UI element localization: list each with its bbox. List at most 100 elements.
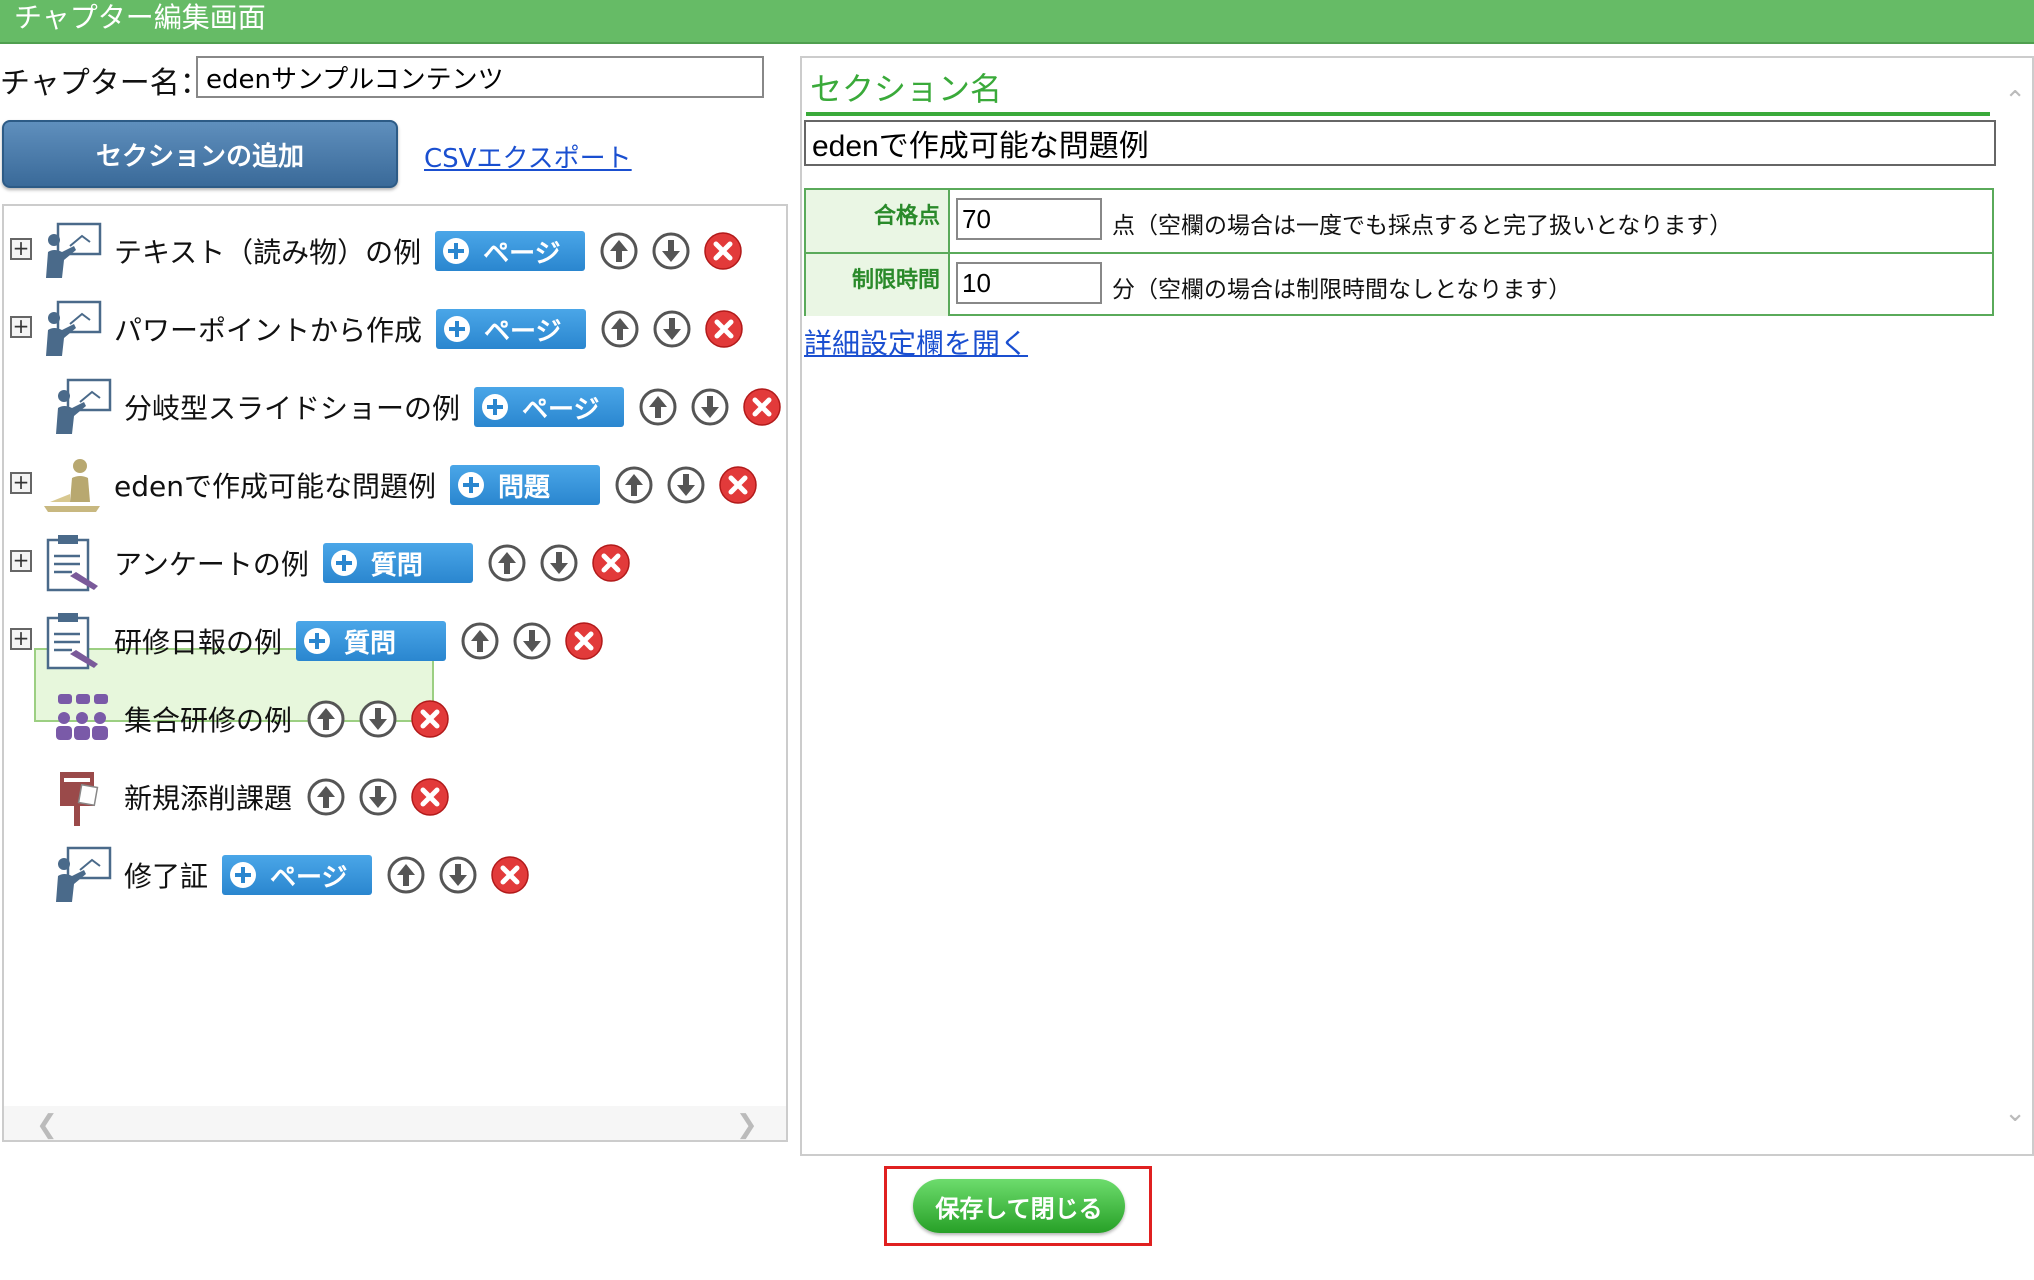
delete-icon[interactable] [703, 231, 743, 271]
tree-item-label: 新規添削課題 [124, 782, 293, 815]
move-down-icon[interactable] [651, 231, 691, 271]
scroll-up-icon[interactable]: ⌃ [2004, 86, 2026, 116]
tree-item-branch-slideshow[interactable]: 分岐型スライドショーの例 ページ [50, 374, 794, 440]
open-detail-settings-link[interactable]: 詳細設定欄を開く [804, 322, 1028, 362]
time-limit-label: 制限時間 [806, 254, 950, 316]
move-down-icon[interactable] [666, 465, 706, 505]
save-highlight-frame: 保存して閉じる [884, 1166, 1152, 1246]
move-down-icon[interactable] [539, 543, 579, 583]
add-page-button[interactable]: ページ [436, 309, 587, 349]
expand-toggle[interactable]: + [10, 316, 32, 338]
tree-item-label: 集合研修の例 [124, 704, 293, 737]
tree-item-daily-report[interactable]: 研修日報の例 質問 [40, 608, 616, 674]
delete-icon[interactable] [704, 309, 744, 349]
section-name-heading: セクション名 [810, 70, 1003, 108]
delete-icon[interactable] [742, 387, 782, 427]
tree-item-question-examples[interactable]: edenで作成可能な問題例 問題 [40, 452, 770, 518]
score-settings-table: 合格点 点（空欄の場合は一度でも採点すると完了扱いとなります） 制限時間 分（空… [804, 188, 1994, 316]
save-and-close-button[interactable]: 保存して閉じる [913, 1179, 1125, 1233]
tree-item-label: アンケートの例 [114, 548, 309, 581]
move-down-icon[interactable] [358, 699, 398, 739]
presenter-icon [40, 220, 104, 282]
heading-underline [806, 112, 1990, 116]
move-down-icon[interactable] [652, 309, 692, 349]
passing-score-input[interactable] [956, 198, 1102, 240]
plus-icon [442, 314, 472, 344]
add-question-button[interactable]: 問題 [449, 465, 600, 505]
move-down-icon[interactable] [438, 855, 478, 895]
tree-item-survey[interactable]: アンケートの例 質問 [40, 530, 643, 596]
add-survey-question-button[interactable]: 質問 [296, 621, 447, 661]
delete-icon[interactable] [410, 699, 450, 739]
move-up-icon[interactable] [306, 777, 346, 817]
chapter-name-label: チャプター名： [0, 66, 210, 101]
tree-item-label: edenで作成可能な問題例 [114, 470, 436, 503]
plus-icon [228, 860, 258, 890]
time-limit-row: 制限時間 分（空欄の場合は制限時間なしとなります） [806, 254, 1992, 316]
passing-score-label: 合格点 [806, 190, 950, 252]
add-page-button[interactable]: ページ [222, 855, 373, 895]
tree-item-label: 分岐型スライドショーの例 [124, 392, 461, 425]
scroll-down-icon[interactable]: ⌄ [2004, 1098, 2026, 1128]
move-down-icon[interactable] [512, 621, 552, 661]
expand-toggle[interactable]: + [10, 628, 32, 650]
tree-item-label: 修了証 [124, 860, 209, 893]
section-tree-panel: + テキスト（読み物）の例 ページ + パワーポイントから作成 ページ 分岐型ス… [2, 204, 788, 1142]
add-page-button[interactable]: ページ [474, 387, 625, 427]
move-down-icon[interactable] [358, 777, 398, 817]
section-name-input[interactable] [804, 120, 1996, 166]
scroll-left-icon[interactable]: ❮ [36, 1110, 58, 1140]
delete-icon[interactable] [410, 777, 450, 817]
add-survey-question-button[interactable]: 質問 [322, 543, 473, 583]
clipboard-icon [40, 610, 104, 672]
move-up-icon[interactable] [306, 699, 346, 739]
passing-score-note: 点（空欄の場合は一度でも採点すると完了扱いとなります） [1112, 213, 1733, 239]
expand-toggle[interactable]: + [10, 238, 32, 260]
plus-icon [302, 626, 332, 656]
delete-icon[interactable] [564, 621, 604, 661]
chapter-name-input[interactable] [196, 56, 764, 98]
presenter-icon [40, 298, 104, 360]
window-title: チャプター編集画面 [0, 0, 2034, 44]
tree-item-certificate[interactable]: 修了証 ページ [50, 842, 542, 908]
section-settings-panel: セクション名 合格点 点（空欄の場合は一度でも採点すると完了扱いとなります） 制… [800, 56, 2034, 1156]
tree-item-group-training[interactable]: 集合研修の例 [50, 686, 462, 752]
plus-icon [480, 392, 510, 422]
presenter-icon [50, 844, 114, 906]
tree-item-label: 研修日報の例 [114, 626, 283, 659]
presenter-icon [50, 376, 114, 438]
postbox-icon [50, 766, 114, 828]
delete-icon[interactable] [490, 855, 530, 895]
horizontal-scrollbar[interactable]: ❮ ❯ [4, 1106, 786, 1140]
add-section-button[interactable]: セクションの追加 [2, 120, 398, 188]
tree-item-new-assignment[interactable]: 新規添削課題 [50, 764, 462, 830]
move-down-icon[interactable] [690, 387, 730, 427]
plus-icon [456, 470, 486, 500]
tree-item-label: テキスト（読み物）の例 [114, 236, 422, 269]
delete-icon[interactable] [591, 543, 631, 583]
csv-export-link[interactable]: CSVエクスポート [424, 138, 632, 175]
move-up-icon[interactable] [386, 855, 426, 895]
tree-item-text-example[interactable]: テキスト（読み物）の例 ページ [40, 218, 755, 284]
plus-icon [441, 236, 471, 266]
add-page-button[interactable]: ページ [435, 231, 586, 271]
expand-toggle[interactable]: + [10, 472, 32, 494]
expand-toggle[interactable]: + [10, 550, 32, 572]
move-up-icon[interactable] [487, 543, 527, 583]
plus-icon [329, 548, 359, 578]
move-up-icon[interactable] [599, 231, 639, 271]
move-up-icon[interactable] [460, 621, 500, 661]
delete-icon[interactable] [718, 465, 758, 505]
passing-score-row: 合格点 点（空欄の場合は一度でも採点すると完了扱いとなります） [806, 190, 1992, 254]
time-limit-note: 分（空欄の場合は制限時間なしとなります） [1112, 277, 1572, 303]
time-limit-input[interactable] [956, 262, 1102, 304]
clipboard-icon [40, 532, 104, 594]
group-icon [50, 688, 114, 750]
move-up-icon[interactable] [638, 387, 678, 427]
tree-item-label: パワーポイントから作成 [114, 314, 423, 347]
scroll-right-icon[interactable]: ❯ [736, 1110, 758, 1140]
move-up-icon[interactable] [600, 309, 640, 349]
test-taker-icon [40, 454, 104, 516]
move-up-icon[interactable] [614, 465, 654, 505]
tree-item-powerpoint[interactable]: パワーポイントから作成 ページ [40, 296, 756, 362]
